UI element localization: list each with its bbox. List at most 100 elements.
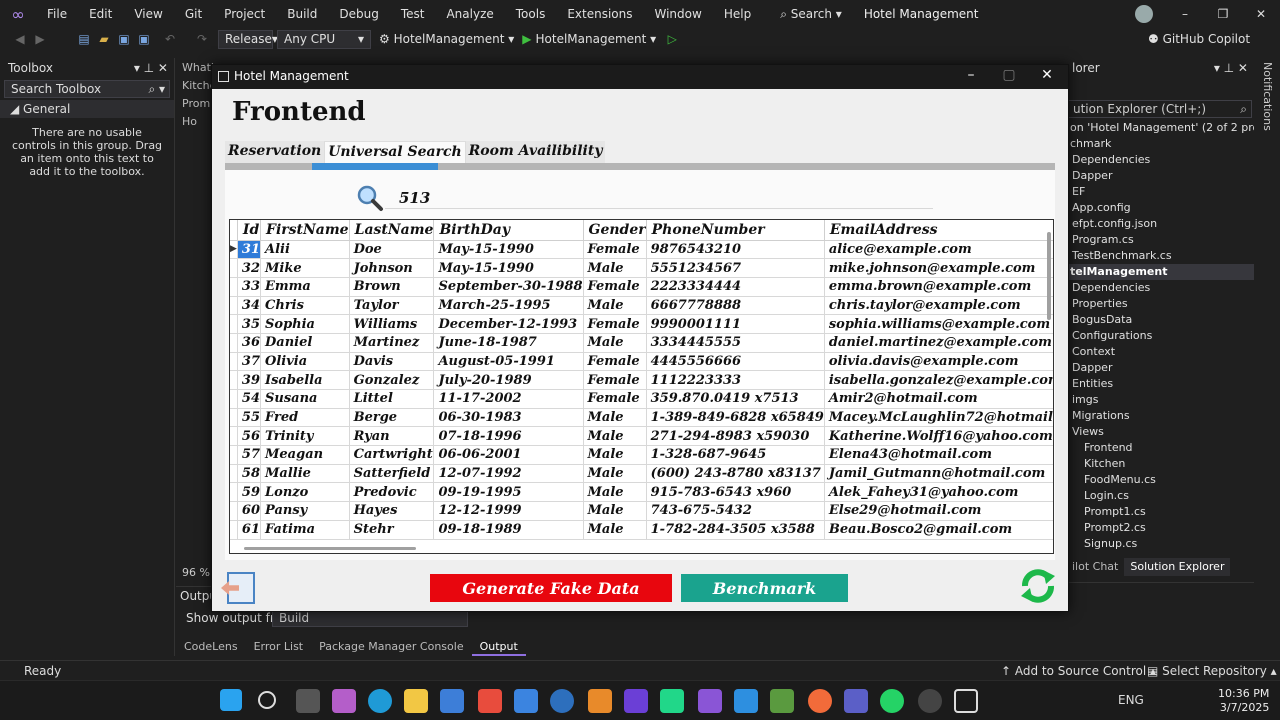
row-header[interactable] <box>230 501 238 521</box>
edge-icon[interactable] <box>368 689 392 713</box>
input-language[interactable]: ENG <box>1118 693 1144 707</box>
cell-lastname[interactable]: Predovic <box>349 482 435 503</box>
open-folder-icon[interactable]: ▰ <box>94 32 114 46</box>
undo-icon[interactable]: ↶ <box>160 32 180 46</box>
tab-solution-explorer[interactable]: Solution Explorer <box>1124 558 1231 576</box>
solution-tree-item[interactable]: Views <box>1066 424 1254 440</box>
back-button[interactable] <box>221 572 255 604</box>
cell-lastname[interactable]: Martinez <box>349 333 435 353</box>
cell-firstname[interactable]: Alii <box>260 240 350 260</box>
cell-birthday[interactable]: 09-18-1989 <box>433 520 584 540</box>
save-icon[interactable]: ▣ <box>114 32 134 46</box>
cell-id[interactable]: 39 <box>237 370 262 390</box>
search-input[interactable] <box>385 185 933 209</box>
solution-tree-item[interactable]: on 'Hotel Management' (2 of 2 projects <box>1066 120 1254 136</box>
cell-emailaddress[interactable]: Alek_Fahey31@yahoo.com <box>824 482 1053 503</box>
cell-emailaddress[interactable]: Amir2@hotmail.com <box>824 389 1053 409</box>
app-window-icon[interactable] <box>954 689 978 713</box>
cell-birthday[interactable]: June-18-1987 <box>433 333 584 353</box>
cell-lastname[interactable]: Satterfield <box>349 464 435 484</box>
app-icon[interactable] <box>514 689 538 713</box>
minimize-icon[interactable]: – <box>952 67 990 83</box>
table-row[interactable]: 60 Pansy Hayes 12-12-1999 Male 743-675-5432 El… <box>230 501 1053 521</box>
cell-phonenumber[interactable]: 3334445555 <box>646 333 825 353</box>
solution-tree-item[interactable]: efpt.config.json <box>1066 216 1254 232</box>
table-row[interactable]: 32 Mike Johnson May-15-1990 Male 5551234567 mi… <box>230 258 1053 278</box>
cell-firstname[interactable]: Mike <box>260 258 350 278</box>
menu-item-tools[interactable]: Tools <box>505 7 557 21</box>
cell-id[interactable]: 35 <box>237 314 262 334</box>
cell-gender[interactable]: Female <box>583 370 647 390</box>
cell-emailaddress[interactable]: emma.brown@example.com <box>824 277 1053 297</box>
app-icon[interactable] <box>588 689 612 713</box>
github-copilot-button[interactable]: ⚉ GitHub Copilot <box>1148 32 1250 46</box>
row-header[interactable] <box>230 333 238 353</box>
cell-emailaddress[interactable]: Katherine.Wolff16@yahoo.com <box>824 426 1053 447</box>
cell-firstname[interactable]: Sophia <box>260 314 350 334</box>
cell-id[interactable]: 37 <box>237 352 262 372</box>
menu-item-debug[interactable]: Debug <box>328 7 389 21</box>
cell-id[interactable]: 33 <box>237 277 262 297</box>
cell-lastname[interactable]: Taylor <box>349 296 435 316</box>
cell-lastname[interactable]: Williams <box>349 314 435 334</box>
cell-birthday[interactable]: March-25-1995 <box>433 296 584 316</box>
cell-lastname[interactable]: Gonzalez <box>349 370 435 390</box>
cell-id[interactable]: 31 <box>237 240 262 260</box>
cell-phonenumber[interactable]: 6667778888 <box>646 296 825 316</box>
cell-lastname[interactable]: Berge <box>349 408 435 428</box>
row-header[interactable] <box>230 314 238 334</box>
back-nav-icon[interactable]: ◀ <box>10 32 30 46</box>
tab-error-list[interactable]: Error List <box>246 640 312 656</box>
cell-lastname[interactable]: Cartwright <box>349 445 435 465</box>
vscode-icon[interactable] <box>734 689 758 713</box>
solution-tree-item[interactable]: Login.cs <box>1066 488 1254 504</box>
cell-id[interactable]: 36 <box>237 333 262 353</box>
table-row[interactable]: 61 Fatima Stehr 09-18-1989 Male 1-782-284-350… <box>230 520 1053 540</box>
menu-item-view[interactable]: View <box>123 7 173 21</box>
app-icon[interactable] <box>550 689 574 713</box>
cell-gender[interactable]: Male <box>583 501 647 521</box>
table-row[interactable]: 54 Susana Littel 11-17-2002 Female 359.870.04… <box>230 389 1053 409</box>
row-header[interactable] <box>230 520 238 540</box>
whatsapp-icon[interactable] <box>880 689 904 713</box>
solution-tree-item[interactable]: EF <box>1066 184 1254 200</box>
column-header-gender[interactable]: Gender <box>583 220 647 241</box>
editor-tab[interactable]: What' <box>176 58 216 76</box>
column-header-phonenumber[interactable]: PhoneNumber <box>646 220 825 241</box>
close-icon[interactable]: ✕ <box>1028 67 1066 83</box>
cell-id[interactable]: 60 <box>237 501 262 521</box>
cell-firstname[interactable]: Isabella <box>260 370 350 390</box>
cell-id[interactable]: 32 <box>237 258 262 278</box>
row-header[interactable] <box>230 482 238 503</box>
solution-tree-item[interactable]: Dapper <box>1066 168 1254 184</box>
notifications-sidebar[interactable]: Notifications <box>1256 58 1280 656</box>
table-row[interactable]: 34 Chris Taylor March-25-1995 Male 6667778888… <box>230 296 1053 316</box>
cell-emailaddress[interactable]: Beau.Bosco2@gmail.com <box>824 520 1053 540</box>
postman-icon[interactable] <box>808 689 832 713</box>
minimize-icon[interactable]: – <box>1166 0 1204 28</box>
solution-tree-item[interactable]: TestBenchmark.cs <box>1066 248 1254 264</box>
cell-emailaddress[interactable]: Elena43@hotmail.com <box>824 445 1053 465</box>
restore-icon[interactable]: ❐ <box>1204 0 1242 28</box>
column-header-firstname[interactable]: FirstName <box>260 220 350 241</box>
cell-id[interactable]: 58 <box>237 464 262 484</box>
cell-emailaddress[interactable]: olivia.davis@example.com <box>824 352 1053 372</box>
redo-icon[interactable]: ↷ <box>192 32 212 46</box>
cell-emailaddress[interactable]: chris.taylor@example.com <box>824 296 1053 316</box>
editor-tab[interactable]: Ho <box>176 112 216 130</box>
row-header[interactable] <box>230 426 238 447</box>
cell-birthday[interactable]: August-05-1991 <box>433 352 584 372</box>
menu-item-analyze[interactable]: Analyze <box>435 7 504 21</box>
visual-studio-logo-icon[interactable]: ∞ <box>0 5 36 24</box>
start-without-debug-icon[interactable]: ▷ <box>662 32 682 46</box>
cell-firstname[interactable]: Daniel <box>260 333 350 353</box>
cell-firstname[interactable]: Lonzo <box>260 482 350 503</box>
cell-birthday[interactable]: September-30-1988 <box>433 277 584 297</box>
solution-tree-item[interactable]: Dapper <box>1066 360 1254 376</box>
cell-gender[interactable]: Female <box>583 277 647 297</box>
menu-item-help[interactable]: Help <box>713 7 762 21</box>
solution-explorer-search[interactable]: ution Explorer (Ctrl+;) ⌕ <box>1068 100 1252 118</box>
cell-firstname[interactable]: Fatima <box>260 520 350 540</box>
cell-id[interactable]: 34 <box>237 296 262 316</box>
cell-phonenumber[interactable]: 2223334444 <box>646 277 825 297</box>
